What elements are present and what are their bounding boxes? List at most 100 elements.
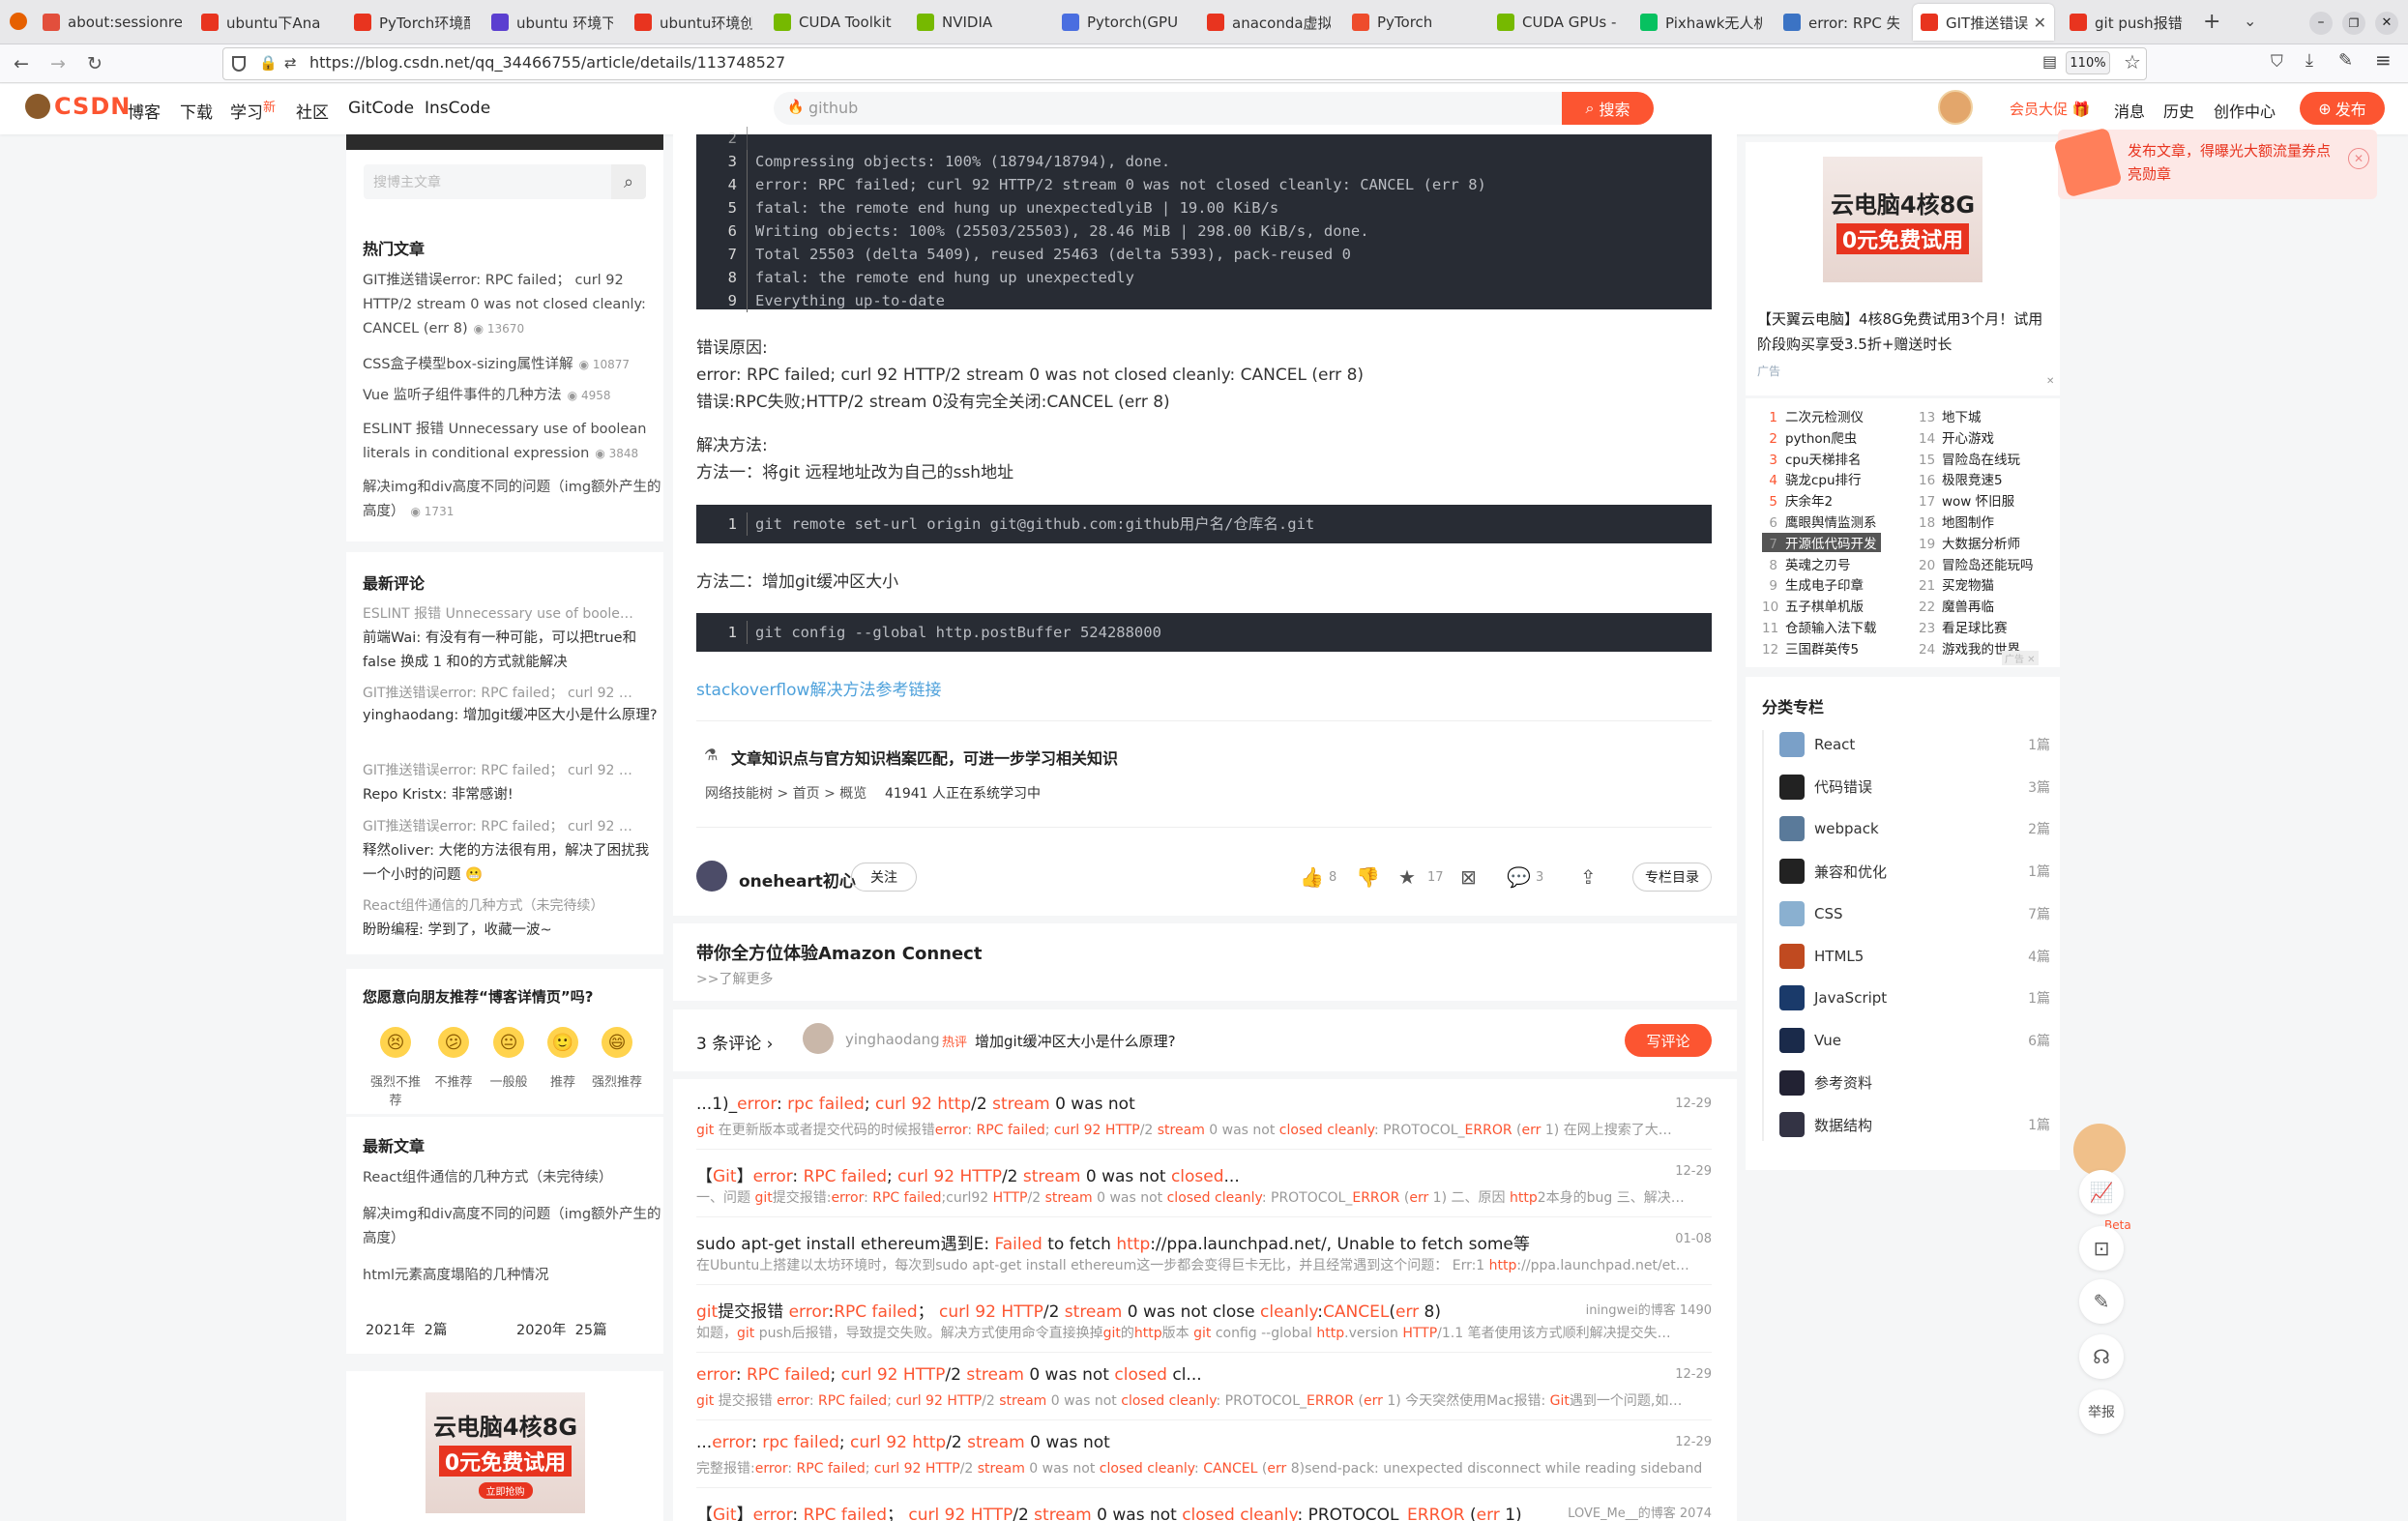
browser-tab[interactable]: error: RPC 失 — [1776, 4, 1907, 41]
trending-item[interactable]: 5 庆余年2 — [1762, 490, 1833, 510]
right-ad-title[interactable]: 【天翼云电脑】4核8G免费试用3个月！试用阶段购买享受3.5折+赠送时长 — [1757, 307, 2052, 357]
knowledge-path[interactable]: 网络技能树 > 首页 > 概览 — [705, 783, 866, 803]
csdn-logo[interactable]: CSDN — [25, 93, 131, 120]
trending-item[interactable]: 12 三国群英传5 — [1762, 638, 1859, 658]
comment-article-link[interactable]: GIT推送错误error: RPC failed； curl 92 … — [363, 816, 662, 835]
comment-article-link[interactable]: GIT推送错误error: RPC failed； curl 92 … — [363, 683, 662, 702]
related-article-title[interactable]: ...error: rpc failed; curl 92 http/2 str… — [696, 1433, 1110, 1452]
trending-item[interactable]: 13 地下城 — [1919, 406, 1982, 425]
trend-chart-icon[interactable]: 📈 — [2079, 1170, 2124, 1214]
vip-promo-link[interactable]: 会员大促 🎁 — [2010, 99, 2090, 119]
trending-item[interactable]: 16 极限竞速5 — [1919, 469, 2003, 488]
trending-item[interactable]: 2 python爬虫 — [1762, 427, 1857, 447]
browser-tab[interactable]: git push报错 — [2062, 4, 2199, 41]
cloud-pc-ad-image[interactable]: 云电脑4核8G 0元免费试用 立即抢购 — [426, 1392, 585, 1513]
new-tab-button[interactable]: + — [2203, 10, 2220, 34]
hot-article-link[interactable]: 解决img和div高度不同的问题（img额外产生的高度） ◉ 1731 — [363, 476, 662, 524]
trending-item[interactable]: 6 鹰眼舆情监测系 — [1762, 512, 1876, 531]
publish-button[interactable]: ⊕ 发布 — [2300, 92, 2385, 125]
nav-download[interactable]: 下载 — [180, 99, 213, 123]
browser-tab[interactable]: ubuntu下Ana — [193, 4, 340, 41]
author-name[interactable]: oneheart初心 — [739, 867, 856, 892]
nav-inscode[interactable]: InsCode — [425, 99, 490, 118]
write-comment-button[interactable]: 写评论 — [1625, 1024, 1712, 1057]
related-article-title[interactable]: error: RPC failed; curl 92 HTTP/2 stream… — [696, 1365, 1202, 1385]
comment-body[interactable]: 盼盼编程: 学到了，收藏一波~ — [363, 919, 662, 943]
customer-service-icon[interactable]: ☊ — [2079, 1334, 2124, 1379]
trending-item[interactable]: 9 生成电子印章 — [1762, 574, 1864, 594]
trending-item[interactable]: 20 冒险岛还能玩吗 — [1919, 554, 2034, 573]
promo-title[interactable]: 带你全方位体验Amazon Connect — [696, 940, 982, 965]
comment-article-link[interactable]: ESLINT 报错 Unnecessary use of boole… — [363, 603, 662, 623]
edit-note-icon[interactable]: ✎ — [2079, 1279, 2124, 1324]
report-button[interactable]: 举报 — [2079, 1389, 2124, 1434]
column-item[interactable]: 兼容和优化 1篇 — [1779, 857, 2050, 886]
column-item[interactable]: CSS 7篇 — [1779, 899, 2050, 928]
user-avatar[interactable] — [1938, 90, 1973, 125]
favorite-star-icon[interactable]: ★ — [1398, 865, 1416, 889]
rating-face-icon[interactable]: 😕 — [438, 1027, 469, 1058]
pocket-icon[interactable]: ⛉ — [2271, 52, 2283, 72]
browser-tab[interactable]: Pixhawk无人机 — [1632, 4, 1770, 41]
comment-article-link[interactable]: React组件通信的几种方式（未完待续） — [363, 895, 662, 915]
promo-more-link[interactable]: >>了解更多 — [696, 969, 773, 988]
comment-body[interactable]: 释然oliver: 大佬的方法很有用，解决了困扰我一个小时的问题 😬 — [363, 839, 662, 888]
column-item[interactable]: webpack 2篇 — [1779, 814, 2050, 843]
browser-tab[interactable]: ubuntu环境创 — [627, 4, 760, 41]
browser-tab[interactable]: ubuntu 环境下 — [484, 4, 621, 41]
browser-tab[interactable]: about:sessionrestore — [35, 4, 190, 41]
browser-tab[interactable]: PyTorch — [1344, 4, 1483, 41]
forward-arrow-icon[interactable]: → — [44, 50, 72, 77]
column-item[interactable]: 代码错误 3篇 — [1779, 773, 2050, 802]
archive-2021[interactable]: 2021年 2篇 — [366, 1319, 447, 1339]
bookmark-star-icon[interactable]: ☆ — [2124, 50, 2141, 73]
related-article-title[interactable]: 【Git】error: RPC failed; curl 92 HTTP/2 s… — [696, 1162, 1240, 1186]
related-article-snippet[interactable]: 如题，git push后报错，导致提交失败。解决方式使用命令直接换掉git的ht… — [696, 1323, 1702, 1342]
browser-tab[interactable]: anaconda虚拟 — [1199, 4, 1338, 41]
page-permissions-icon[interactable]: ⇄ — [284, 54, 297, 72]
related-article-title[interactable]: sudo apt-get install ethereum遇到E: Failed… — [696, 1230, 1530, 1254]
trending-item[interactable]: 4 骁龙cpu排行 — [1762, 469, 1861, 488]
trending-item[interactable]: 10 五子棋单机版 — [1762, 596, 1864, 615]
search-input[interactable]: 🔥 github — [774, 92, 1562, 125]
column-catalog-button[interactable]: 专栏目录 — [1632, 863, 1712, 892]
related-article-snippet[interactable]: 在Ubuntu上搭建以太坊环境时，每次到sudo apt-get install… — [696, 1255, 1702, 1274]
assistant-mascot-icon[interactable] — [2073, 1124, 2126, 1176]
comment-article-link[interactable]: GIT推送错误error: RPC failed； curl 92 … — [363, 760, 662, 779]
browser-tab[interactable]: GIT推送错误e ✕ — [1913, 4, 2054, 41]
browser-tab[interactable]: Pytorch(GPU — [1054, 4, 1193, 41]
like-icon[interactable]: 👍 — [1300, 865, 1324, 889]
column-item[interactable]: HTML5 4篇 — [1779, 942, 2050, 971]
app-menu-icon[interactable]: ≡ — [2375, 48, 2392, 72]
zoom-level[interactable]: 110% — [2066, 51, 2110, 74]
nav-creator-center[interactable]: 创作中心 — [2214, 99, 2276, 122]
trending-item[interactable]: 11 仓颉输入法下载 — [1762, 617, 1877, 636]
close-window-button[interactable]: ✕ — [2375, 12, 2398, 35]
nav-learn[interactable]: 学习 — [230, 99, 263, 123]
nav-blog[interactable]: 博客 — [128, 99, 161, 123]
related-article-snippet[interactable]: git 在更新版本或者提交代码的时候报错error: RPC failed; c… — [696, 1120, 1702, 1139]
comment-count-link[interactable]: 3 条评论 › — [696, 1030, 773, 1054]
comment-body[interactable]: 前端Wai: 有没有有一种可能，可以把true和false 换成 1 和0的方式… — [363, 627, 662, 675]
trending-item[interactable]: 7 开源低代码开发 — [1762, 532, 1881, 552]
commenter-avatar[interactable] — [803, 1023, 834, 1054]
related-article-title[interactable]: 【Git】error: RPC failed； curl 92 HTTP/2 s… — [696, 1501, 1522, 1521]
column-item[interactable]: 参考资料 — [1779, 1068, 2050, 1097]
trending-item[interactable]: 22 魔兽再临 — [1919, 596, 1994, 615]
firefox-menu-icon[interactable] — [10, 13, 27, 30]
column-item[interactable]: 数据结构 1篇 — [1779, 1110, 2050, 1139]
hot-article-link[interactable]: CSS盒子模型box-sizing属性详解 ◉ 10877 — [363, 353, 662, 377]
back-arrow-icon[interactable]: ← — [8, 50, 35, 77]
nav-messages[interactable]: 消息 — [2114, 99, 2145, 122]
share-icon[interactable]: ⇪ — [1580, 865, 1597, 889]
column-item[interactable]: JavaScript 1篇 — [1779, 983, 2050, 1012]
popup-close-icon[interactable]: ✕ — [2348, 148, 2369, 169]
hot-article-link[interactable]: Vue 监听子组件事件的几种方法 ◉ 4958 — [363, 384, 662, 408]
latest-article-link[interactable]: 解决img和div高度不同的问题（img额外产生的高度） — [363, 1203, 662, 1251]
hot-article-link[interactable]: GIT推送错误error: RPC failed； curl 92 HTTP/2… — [363, 269, 662, 341]
ai-assistant-icon[interactable]: ⊡ — [2079, 1226, 2124, 1271]
related-article-snippet[interactable]: git 提交报错 error: RPC failed; curl 92 HTTP… — [696, 1390, 1702, 1410]
related-article-title[interactable]: ...1)_error: rpc failed; curl 92 http/2 … — [696, 1095, 1135, 1114]
url-text[interactable]: https://blog.csdn.net/qq_34466755/articl… — [309, 53, 785, 72]
author-avatar[interactable] — [696, 861, 727, 892]
